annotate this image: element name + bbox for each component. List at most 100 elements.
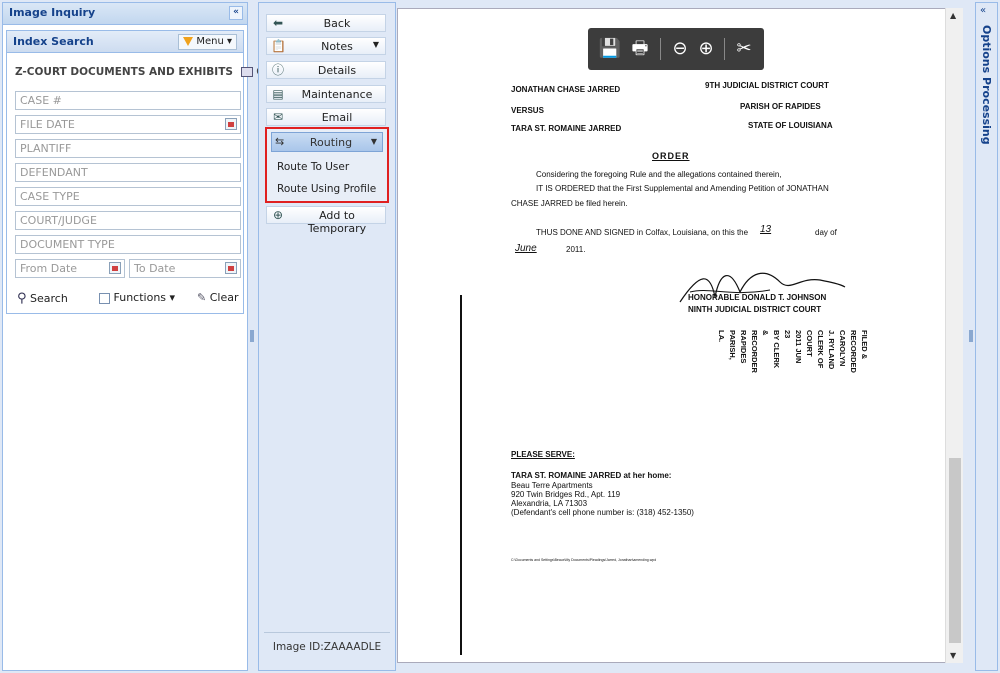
order-title: ORDER (652, 151, 690, 161)
scroll-down-icon[interactable]: ▼ (950, 651, 956, 660)
image-inquiry-header: Image Inquiry « (3, 3, 247, 25)
viewer-scrollbar[interactable]: ▲ ▼ (945, 8, 963, 663)
defendant-placeholder: DEFENDANT (20, 166, 88, 179)
routing-button[interactable]: ⇆ Routing ▼ (271, 132, 383, 152)
section-title-text: Z-COURT DOCUMENTS AND EXHIBITS (15, 66, 233, 78)
order-line1: Considering the foregoing Rule and the a… (536, 170, 782, 179)
right-splitter-handle[interactable] (969, 330, 973, 342)
maintenance-label: Maintenance (301, 88, 373, 101)
court-judge-field[interactable]: COURT/JUDGE (15, 211, 241, 230)
options-processing-title: Options Processing (980, 25, 993, 145)
envelope-icon: ✉ (272, 110, 284, 124)
order-line4: THUS DONE AND SIGNED in Colfax, Louisian… (536, 228, 749, 237)
document-type-placeholder: DOCUMENT TYPE (20, 238, 115, 251)
email-label: Email (321, 111, 353, 124)
zoom-out-icon[interactable]: ⊖ (668, 37, 692, 61)
handwritten-day: 13 (760, 224, 772, 235)
party1: JONATHAN CHASE JARRED (511, 85, 621, 94)
menu-button[interactable]: Menu ▾ (178, 34, 237, 50)
notes-button[interactable]: 📋 Notes ▼ (266, 37, 386, 55)
court-judge-placeholder: COURT/JUDGE (20, 214, 97, 227)
calendar-icon[interactable] (109, 262, 121, 274)
info-icon: ⓘ (271, 63, 284, 77)
calendar-icon[interactable] (225, 262, 237, 274)
back-arrow-icon: ⬅ (272, 16, 284, 30)
functions-label: Functions (113, 291, 167, 304)
collapse-left-button[interactable]: « (229, 6, 243, 20)
from-date-field[interactable]: From Date (15, 259, 125, 278)
left-splitter-handle[interactable] (250, 330, 254, 342)
email-button[interactable]: ✉ Email (266, 108, 386, 126)
judge-name: HONORABLE DONALD T. JOHNSON (688, 293, 827, 302)
case-number-field[interactable]: CASE # (15, 91, 241, 110)
serve-line2: Beau Terre Apartments (511, 481, 593, 490)
stamp-line: FILED & RECORDED (849, 330, 869, 373)
stamp-line: BY CLERK & RECORDER (750, 330, 781, 373)
acrobat-icon[interactable]: ✂ (732, 37, 756, 61)
route-to-user-item[interactable]: Route To User (277, 161, 349, 173)
order-line2: IT IS ORDERED that the First Supplementa… (536, 184, 829, 193)
file-date-placeholder: FILE DATE (20, 118, 75, 131)
routing-label: Routing (309, 136, 353, 149)
functions-icon (99, 292, 110, 304)
back-button[interactable]: ⬅ Back (266, 14, 386, 32)
case-number-placeholder: CASE # (20, 94, 62, 107)
details-label: Details (317, 64, 357, 77)
versus: VERSUS (511, 106, 544, 115)
zoom-in-icon[interactable]: ⊕ (694, 37, 718, 61)
add-to-temporary-label: Add to Temporary (307, 209, 367, 235)
plantiff-field[interactable]: PLANTIFF (15, 139, 241, 158)
routing-menu-highlight: ⇆ Routing ▼ Route To User Route Using Prof… (265, 127, 389, 203)
clear-label: Clear (209, 291, 239, 304)
section-title: Z-COURT DOCUMENTS AND EXHIBITS Cl (15, 66, 266, 78)
defendant-field[interactable]: DEFENDANT (15, 163, 241, 182)
save-icon[interactable]: 💾 (598, 37, 622, 61)
eraser-icon: ✎ (197, 291, 207, 304)
route-using-profile-item[interactable]: Route Using Profile (277, 183, 376, 195)
scroll-up-icon[interactable]: ▲ (950, 11, 956, 20)
options-processing-panel[interactable]: « Options Processing (975, 2, 998, 671)
case-type-placeholder: CASE TYPE (20, 190, 80, 203)
scrollbar-thumb[interactable] (949, 458, 961, 643)
please-serve: PLEASE SERVE: (511, 450, 575, 459)
party2: TARA ST. ROMAINE JARRED (511, 124, 622, 133)
maintenance-button[interactable]: ▤ Maintenance (266, 85, 386, 103)
functions-button[interactable]: Functions ▾ (99, 291, 175, 304)
stamp-line: 2011 JUN 23 (783, 330, 803, 364)
clear-button[interactable]: ✎ Clear (197, 291, 239, 304)
case-type-field[interactable]: CASE TYPE (15, 187, 241, 206)
print-icon[interactable]: 🖶 (628, 37, 652, 61)
image-id-label: Image ID:ZAAAADLE (264, 632, 390, 662)
chevron-down-icon: ▼ (370, 137, 377, 146)
from-date-placeholder: From Date (20, 262, 78, 275)
document-footer-path: C:\Documents and Settings\Beaux\My Docum… (511, 558, 657, 562)
serve-line5: (Defendant's cell phone number is: (318)… (511, 508, 694, 517)
document-type-field[interactable]: DOCUMENT TYPE (15, 235, 241, 254)
state: STATE OF LOUISIANA (748, 121, 833, 130)
routing-icon: ⇆ (275, 135, 285, 148)
plantiff-placeholder: PLANTIFF (20, 142, 72, 155)
index-search-header: Index Search Menu ▾ (7, 31, 243, 53)
filter-icon (183, 36, 194, 46)
year: 2011. (566, 245, 586, 254)
to-date-placeholder: To Date (134, 262, 176, 275)
add-circle-icon: ⊕ (272, 208, 284, 222)
notes-label: Notes (321, 40, 353, 53)
document-viewer[interactable] (397, 8, 963, 663)
calendar-icon[interactable] (225, 118, 237, 130)
search-button[interactable]: ⚲ Search (17, 291, 68, 306)
stamp-line: RAPIDES PARISH, LA. (717, 330, 748, 364)
divider (660, 38, 661, 60)
document-icon[interactable] (240, 67, 253, 77)
divider (724, 38, 725, 60)
judge-court: NINTH JUDICIAL DISTRICT COURT (688, 305, 822, 314)
details-button[interactable]: ⓘ Details (266, 61, 386, 79)
chevron-down-icon: ▼ (372, 40, 379, 49)
add-to-temporary-button[interactable]: ⊕ Add to Temporary (266, 206, 386, 235)
stamp-line: CLERK OF COURT (805, 330, 825, 369)
index-search-panel: Index Search Menu ▾ Z-COURT DOCUMENTS AN… (6, 30, 266, 314)
expand-right-button[interactable]: « (980, 5, 986, 16)
file-date-field[interactable]: FILE DATE (15, 115, 241, 134)
to-date-field[interactable]: To Date (129, 259, 241, 278)
pdf-toolbar: 💾 🖶 ⊖ ⊕ ✂ (588, 28, 764, 70)
